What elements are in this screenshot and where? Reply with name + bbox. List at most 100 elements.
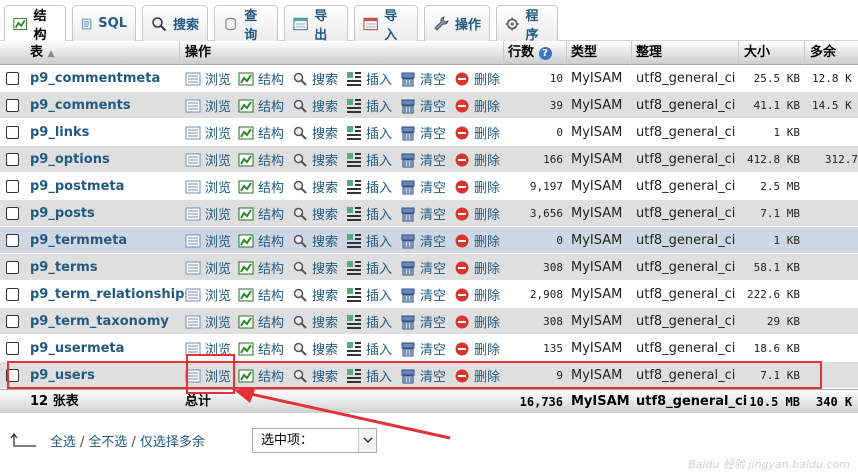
search-action[interactable]: 搜索 [292, 173, 338, 200]
insert-action[interactable]: 插入 [346, 65, 392, 92]
insert-action[interactable]: 插入 [346, 200, 392, 227]
drop-action[interactable]: 删除 [454, 308, 500, 335]
empty-action[interactable]: 清空 [400, 335, 446, 362]
header-overhead[interactable]: 多余 [810, 41, 836, 65]
row-checkbox[interactable] [6, 288, 19, 301]
row-checkbox[interactable] [6, 234, 19, 247]
structure-action[interactable]: 结构 [238, 335, 284, 362]
structure-action[interactable]: 结构 [238, 227, 284, 254]
browse-action[interactable]: 浏览 [185, 173, 231, 200]
row-checkbox[interactable] [6, 99, 19, 112]
table-name-link[interactable]: p9_usermeta [30, 335, 124, 362]
search-action[interactable]: 搜索 [292, 65, 338, 92]
structure-action[interactable]: 结构 [238, 281, 284, 308]
table-row[interactable]: p9_terms 浏览 结构 搜索 插入 清空 删除 308 MyISAM utf8_genera… [0, 254, 858, 281]
browse-action[interactable]: 浏览 [185, 254, 231, 281]
structure-action[interactable]: 结构 [238, 65, 284, 92]
row-checkbox[interactable] [6, 126, 19, 139]
drop-action[interactable]: 删除 [454, 281, 500, 308]
empty-action[interactable]: 清空 [400, 119, 446, 146]
search-action[interactable]: 搜索 [292, 254, 338, 281]
drop-action[interactable]: 删除 [454, 254, 500, 281]
header-size[interactable]: 大小 [744, 41, 770, 65]
tab-import[interactable]: 导入 [354, 5, 418, 43]
table-row[interactable]: p9_termmeta 浏览 结构 搜索 插入 清空 删除 0 MyISAM utf8_gener… [0, 227, 858, 254]
header-rows[interactable]: 行数 ? [508, 41, 552, 65]
check-overhead-link[interactable]: 仅选择多余 [140, 435, 205, 450]
table-row[interactable]: p9_options 浏览 结构 搜索 插入 清空 删除 166 MyISAM utf8_gene… [0, 146, 858, 193]
uncheck-all-link[interactable]: 全不选 [88, 435, 127, 450]
browse-action[interactable]: 浏览 [185, 308, 231, 335]
empty-action[interactable]: 清空 [400, 200, 446, 227]
drop-action[interactable]: 删除 [454, 92, 500, 119]
row-checkbox[interactable] [6, 315, 19, 328]
search-action[interactable]: 搜索 [292, 227, 338, 254]
row-checkbox[interactable] [6, 261, 19, 274]
empty-action[interactable]: 清空 [400, 92, 446, 119]
browse-action[interactable]: 浏览 [185, 200, 231, 227]
tab-export[interactable]: 导出 [284, 5, 348, 43]
table-name-link[interactable]: p9_commentmeta [30, 65, 160, 92]
search-action[interactable]: 搜索 [292, 281, 338, 308]
tab-routines[interactable]: 程序 [496, 5, 558, 43]
drop-action[interactable]: 删除 [454, 200, 500, 227]
browse-action[interactable]: 浏览 [185, 119, 231, 146]
search-action[interactable]: 搜索 [292, 119, 338, 146]
structure-action[interactable]: 结构 [238, 119, 284, 146]
search-action[interactable]: 搜索 [292, 308, 338, 335]
drop-action[interactable]: 删除 [454, 227, 500, 254]
drop-action[interactable]: 删除 [454, 65, 500, 92]
row-checkbox[interactable] [6, 207, 19, 220]
table-name-link[interactable]: p9_posts [30, 200, 95, 227]
table-name-link[interactable]: p9_links [30, 119, 89, 146]
empty-action[interactable]: 清空 [400, 308, 446, 335]
table-row[interactable]: p9_postmeta 浏览 结构 搜索 插入 清空 删除 9,197 MyISAM utf8_g… [0, 173, 858, 200]
table-name-link[interactable]: p9_terms [30, 254, 98, 281]
structure-action[interactable]: 结构 [238, 308, 284, 335]
browse-action[interactable]: 浏览 [185, 65, 231, 92]
tab-search[interactable]: 搜索 [142, 5, 208, 41]
row-checkbox[interactable] [6, 342, 19, 355]
table-name-link[interactable]: p9_options [30, 146, 110, 173]
table-name-link[interactable]: p9_term_taxonomy [30, 308, 169, 335]
empty-action[interactable]: 清空 [400, 173, 446, 200]
browse-action[interactable]: 浏览 [185, 227, 231, 254]
search-action[interactable]: 搜索 [292, 200, 338, 227]
empty-action[interactable]: 清空 [400, 146, 446, 173]
tab-structure[interactable]: 结构 [4, 5, 66, 43]
insert-action[interactable]: 插入 [346, 254, 392, 281]
search-action[interactable]: 搜索 [292, 335, 338, 362]
tab-query[interactable]: 查询 [214, 5, 278, 43]
table-name-link[interactable]: p9_postmeta [30, 173, 124, 200]
search-action[interactable]: 搜索 [292, 92, 338, 119]
insert-action[interactable]: 插入 [346, 308, 392, 335]
browse-action[interactable]: 浏览 [185, 146, 231, 173]
table-name-link[interactable]: p9_term_relationships [30, 281, 192, 308]
insert-action[interactable]: 插入 [346, 281, 392, 308]
empty-action[interactable]: 清空 [400, 281, 446, 308]
table-name-link[interactable]: p9_termmeta [30, 227, 127, 254]
insert-action[interactable]: 插入 [346, 227, 392, 254]
structure-action[interactable]: 结构 [238, 92, 284, 119]
insert-action[interactable]: 插入 [346, 173, 392, 200]
table-name-link[interactable]: p9_comments [30, 92, 131, 119]
insert-action[interactable]: 插入 [346, 92, 392, 119]
tab-operations[interactable]: 操作 [424, 5, 490, 41]
drop-action[interactable]: 删除 [454, 173, 500, 200]
structure-action[interactable]: 结构 [238, 173, 284, 200]
drop-action[interactable]: 删除 [454, 146, 500, 173]
header-collation[interactable]: 整理 [636, 41, 662, 65]
table-row[interactable]: p9_links 浏览 结构 搜索 插入 清空 删除 0 MyISAM utf8_general_… [0, 119, 858, 146]
insert-action[interactable]: 插入 [346, 146, 392, 173]
table-row[interactable]: p9_usermeta 浏览 结构 搜索 插入 清空 删除 135 MyISAM utf8_gen… [0, 335, 858, 362]
table-row[interactable]: p9_commentmeta 浏览 结构 搜索 插入 清空 删除 10 MyISAM utf8_g… [0, 65, 858, 92]
drop-action[interactable]: 删除 [454, 335, 500, 362]
help-icon[interactable]: ? [538, 47, 552, 60]
drop-action[interactable]: 删除 [454, 119, 500, 146]
empty-action[interactable]: 清空 [400, 65, 446, 92]
table-row[interactable]: p9_term_relationships 浏览 结构 搜索 插入 清空 删除 2,908 My… [0, 281, 858, 308]
structure-action[interactable]: 结构 [238, 146, 284, 173]
row-checkbox[interactable] [6, 72, 19, 85]
row-checkbox[interactable] [6, 180, 19, 193]
row-checkbox[interactable] [6, 153, 19, 166]
